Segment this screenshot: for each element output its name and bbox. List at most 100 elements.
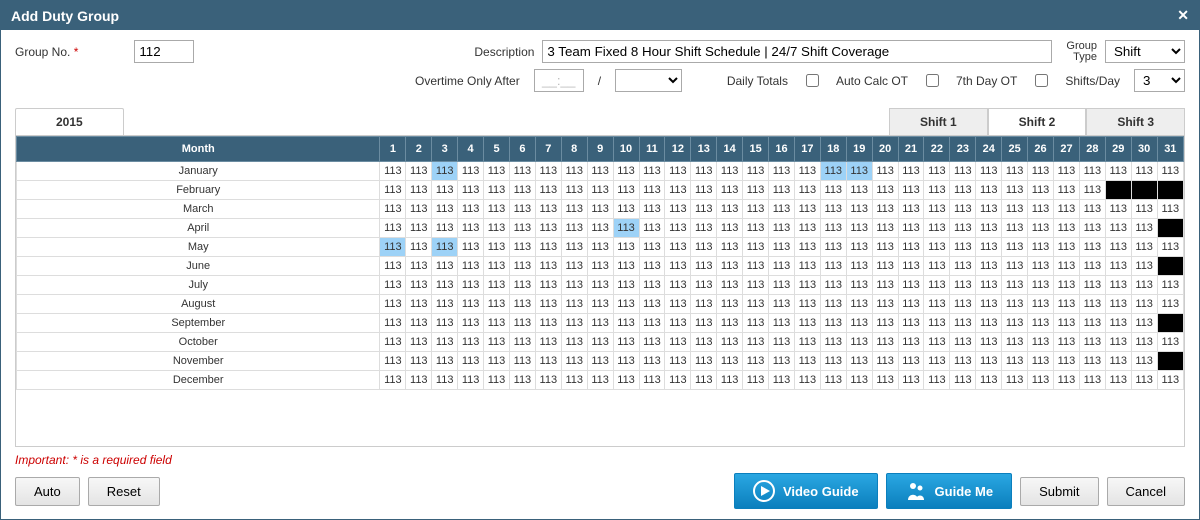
grid-cell[interactable]: 113: [535, 276, 561, 295]
grid-cell[interactable]: 113: [1054, 314, 1080, 333]
grid-cell[interactable]: 113: [484, 162, 510, 181]
tab-shift-2[interactable]: Shift 2: [988, 108, 1087, 135]
grid-cell[interactable]: 113: [846, 238, 872, 257]
grid-cell[interactable]: 113: [769, 371, 795, 390]
grid-cell[interactable]: [1105, 181, 1131, 200]
grid-cell[interactable]: 113: [691, 257, 717, 276]
grid-cell[interactable]: 113: [794, 181, 820, 200]
grid-cell[interactable]: 113: [613, 200, 639, 219]
grid-cell[interactable]: 113: [406, 314, 432, 333]
grid-cell[interactable]: 113: [509, 162, 535, 181]
grid-cell[interactable]: 113: [587, 352, 613, 371]
grid-cell[interactable]: 113: [561, 162, 587, 181]
grid-cell[interactable]: 113: [794, 200, 820, 219]
grid-cell[interactable]: 113: [872, 295, 898, 314]
grid-cell[interactable]: 113: [717, 333, 743, 352]
grid-cell[interactable]: 113: [458, 200, 484, 219]
grid-cell[interactable]: [1157, 257, 1183, 276]
grid-cell[interactable]: 113: [872, 333, 898, 352]
grid-cell[interactable]: 113: [872, 276, 898, 295]
grid-cell[interactable]: 113: [898, 238, 924, 257]
grid-cell[interactable]: 113: [769, 314, 795, 333]
grid-cell[interactable]: 113: [769, 352, 795, 371]
grid-cell[interactable]: 113: [717, 257, 743, 276]
grid-cell[interactable]: 113: [846, 371, 872, 390]
grid-cell[interactable]: 113: [380, 352, 406, 371]
grid-cell[interactable]: 113: [509, 181, 535, 200]
year-tab[interactable]: 2015: [15, 108, 124, 135]
grid-cell[interactable]: 113: [561, 352, 587, 371]
grid-cell[interactable]: 113: [769, 257, 795, 276]
grid-cell[interactable]: 113: [691, 181, 717, 200]
grid-cell[interactable]: 113: [1002, 276, 1028, 295]
grid-cell[interactable]: 113: [794, 314, 820, 333]
grid-cell[interactable]: 113: [1054, 200, 1080, 219]
grid-cell[interactable]: 113: [691, 276, 717, 295]
grid-cell[interactable]: 113: [1054, 352, 1080, 371]
daily-totals-checkbox[interactable]: [806, 74, 819, 87]
grid-cell[interactable]: 113: [406, 371, 432, 390]
grid-cell[interactable]: 113: [1054, 181, 1080, 200]
grid-cell[interactable]: 113: [613, 181, 639, 200]
grid-cell[interactable]: 113: [535, 295, 561, 314]
grid-cell[interactable]: 113: [1002, 352, 1028, 371]
grid-cell[interactable]: 113: [484, 257, 510, 276]
grid-cell[interactable]: 113: [717, 276, 743, 295]
grid-cell[interactable]: 113: [1028, 219, 1054, 238]
grid-cell[interactable]: 113: [1105, 276, 1131, 295]
grid-cell[interactable]: 113: [406, 219, 432, 238]
grid-cell[interactable]: 113: [484, 276, 510, 295]
grid-cell[interactable]: 113: [1131, 257, 1157, 276]
grid-cell[interactable]: 113: [535, 371, 561, 390]
grid-cell[interactable]: 113: [950, 276, 976, 295]
grid-cell[interactable]: 113: [639, 371, 665, 390]
grid-cell[interactable]: 113: [898, 352, 924, 371]
grid-cell[interactable]: 113: [380, 181, 406, 200]
grid-cell[interactable]: 113: [1002, 257, 1028, 276]
grid-cell[interactable]: 113: [924, 276, 950, 295]
grid-cell[interactable]: 113: [432, 181, 458, 200]
grid-cell[interactable]: 113: [458, 181, 484, 200]
grid-cell[interactable]: 113: [613, 257, 639, 276]
grid-cell[interactable]: 113: [717, 219, 743, 238]
grid-cell[interactable]: 113: [691, 295, 717, 314]
grid-cell[interactable]: 113: [898, 276, 924, 295]
grid-cell[interactable]: 113: [509, 257, 535, 276]
grid-cell[interactable]: 113: [898, 162, 924, 181]
grid-cell[interactable]: 113: [976, 200, 1002, 219]
grid-cell[interactable]: 113: [561, 314, 587, 333]
grid-cell[interactable]: 113: [1079, 295, 1105, 314]
grid-cell[interactable]: 113: [613, 371, 639, 390]
grid-cell[interactable]: 113: [924, 200, 950, 219]
grid-cell[interactable]: 113: [1079, 314, 1105, 333]
grid-cell[interactable]: 113: [743, 371, 769, 390]
grid-cell[interactable]: 113: [769, 181, 795, 200]
grid-cell[interactable]: 113: [1131, 219, 1157, 238]
grid-cell[interactable]: 113: [872, 371, 898, 390]
grid-cell[interactable]: 113: [924, 352, 950, 371]
grid-cell[interactable]: 113: [898, 200, 924, 219]
grid-cell[interactable]: 113: [1002, 371, 1028, 390]
grid-cell[interactable]: 113: [1079, 181, 1105, 200]
grid-cell[interactable]: 113: [872, 314, 898, 333]
grid-cell[interactable]: 113: [613, 238, 639, 257]
grid-cell[interactable]: 113: [717, 181, 743, 200]
grid-cell[interactable]: 113: [1002, 219, 1028, 238]
grid-cell[interactable]: 113: [846, 219, 872, 238]
grid-cell[interactable]: 113: [743, 200, 769, 219]
grid-cell[interactable]: 113: [509, 238, 535, 257]
grid-cell[interactable]: 113: [380, 333, 406, 352]
grid-cell[interactable]: 113: [717, 314, 743, 333]
grid-cell[interactable]: 113: [458, 371, 484, 390]
grid-cell[interactable]: 113: [1002, 200, 1028, 219]
grid-cell[interactable]: 113: [639, 257, 665, 276]
grid-cell[interactable]: 113: [380, 257, 406, 276]
grid-cell[interactable]: 113: [1157, 371, 1183, 390]
grid-cell[interactable]: 113: [458, 219, 484, 238]
grid-cell[interactable]: 113: [458, 238, 484, 257]
grid-cell[interactable]: 113: [380, 238, 406, 257]
grid-cell[interactable]: 113: [535, 162, 561, 181]
grid-cell[interactable]: 113: [535, 200, 561, 219]
grid-cell[interactable]: 113: [743, 219, 769, 238]
grid-cell[interactable]: 113: [613, 162, 639, 181]
